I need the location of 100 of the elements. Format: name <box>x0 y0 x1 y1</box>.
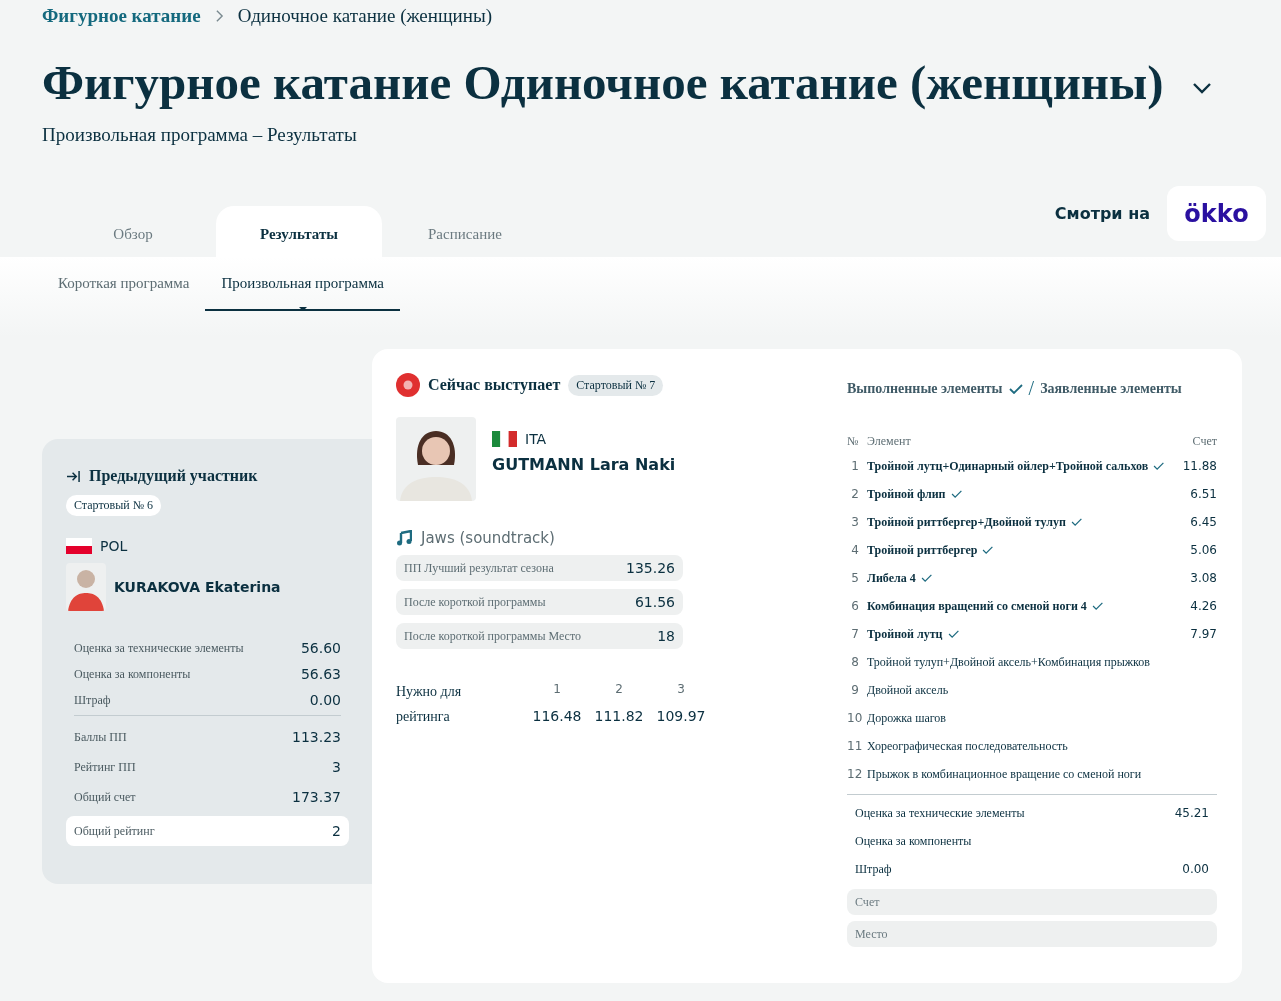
stat-label: Баллы ПП <box>74 729 127 745</box>
element-name: Тройной лутц+Одинарный ойлер+Тройной сальхов <box>867 458 1149 474</box>
element-number: 5 <box>850 571 860 585</box>
start-number-badge: Стартовый № 7 <box>568 374 664 396</box>
stat-label: Оценка за компоненты <box>74 666 191 682</box>
stat-label: Оценка за технические элементы <box>74 640 244 656</box>
needed-score: 111.82 <box>594 707 644 726</box>
checkmark-icon <box>1008 383 1023 394</box>
checkmark-icon <box>982 546 994 554</box>
subtab[interactable]: Короткая программа <box>42 257 206 311</box>
element-score: 6.45 <box>1189 515 1217 529</box>
subtab[interactable]: Произвольная программа <box>205 257 400 311</box>
summary-row: Счет <box>847 889 1217 915</box>
music-title: Jaws (soundtrack) <box>421 529 555 547</box>
element-number: 7 <box>850 627 860 641</box>
breadcrumb-link[interactable]: Фигурное катание <box>42 5 201 27</box>
element-name: Хореографическая последовательность <box>867 738 1068 754</box>
tab[interactable]: Расписание <box>382 206 548 257</box>
live-record-icon <box>396 373 420 397</box>
element-name: Комбинация вращений со сменой ноги 4 <box>867 598 1087 614</box>
element-name: Двойной аксель <box>867 682 949 698</box>
element-score: 5.06 <box>1189 543 1217 557</box>
element-number: 4 <box>850 543 860 557</box>
section-heading: Предыдущий участник <box>89 467 258 485</box>
element-name: Либела 4 <box>867 570 916 586</box>
stat-row: После короткой программы Место 18 <box>396 623 683 649</box>
column-header: Элемент <box>867 433 912 449</box>
chevron-down-icon[interactable] <box>1191 82 1212 94</box>
needed-score: 116.48 <box>532 707 582 726</box>
start-number-badge: Стартовый № 6 <box>66 495 162 516</box>
place-number: 2 <box>615 682 623 696</box>
photo-placeholder <box>66 563 106 611</box>
planned-elements-label: Заявленные элементы <box>1040 380 1182 397</box>
music-note-icon <box>396 530 412 546</box>
stat-value: 0.00 <box>309 692 341 708</box>
element-name: Тройной лутц <box>867 626 943 642</box>
performed-elements-label: Выполненные элементы <box>847 380 1003 397</box>
athlete-name: GUTMANN Lara Naki <box>492 455 676 474</box>
stat-label: Рейтинг ПП <box>74 759 136 775</box>
summary-value: 0.00 <box>1182 862 1209 876</box>
checkmark-icon <box>1091 602 1103 610</box>
element-number: 10 <box>847 711 864 725</box>
stat-label: Штраф <box>74 692 111 708</box>
element-number: 9 <box>850 683 860 697</box>
element-number: 8 <box>850 655 860 669</box>
checkmark-icon <box>947 630 959 638</box>
stat-value: 56.60 <box>300 640 341 656</box>
summary-label: Оценка за технические элементы <box>855 805 1025 821</box>
column-header: № <box>847 433 860 449</box>
summary-label: Штраф <box>855 861 892 877</box>
element-score: 7.97 <box>1189 627 1217 641</box>
element-score: 3.08 <box>1189 571 1217 585</box>
checkmark-icon <box>920 574 932 582</box>
element-number: 1 <box>850 459 860 473</box>
chevron-right-icon <box>214 9 224 23</box>
checkmark-icon <box>950 490 962 498</box>
element-name: Тройной риттбергер+Двойной тулуп <box>867 514 1066 530</box>
flag-icon <box>492 431 517 447</box>
summary-row: Место <box>847 921 1217 947</box>
element-name: Тройной риттбергер <box>867 542 978 558</box>
stat-row: ПП Лучший результат сезона 135.26 <box>396 555 683 581</box>
element-name: Прыжок в комбинационное вращение со сменой ноги <box>867 766 1142 782</box>
section-heading: Сейчас выступает <box>428 376 561 394</box>
element-number: 12 <box>847 767 864 781</box>
element-number: 11 <box>847 739 864 753</box>
needed-score: 109.97 <box>656 707 706 726</box>
arrow-to-line-icon <box>66 469 81 483</box>
athlete-name: KURAKOVA Ekaterina <box>114 579 281 595</box>
page-subtitle: Произвольная программа – Результаты <box>42 124 358 146</box>
element-number: 3 <box>850 515 860 529</box>
country-code: ITA <box>525 431 547 447</box>
checkmark-icon <box>1153 462 1165 470</box>
summary-label: Оценка за компоненты <box>855 833 972 849</box>
stat-value: 173.37 <box>292 789 341 805</box>
needed-label: Нужно для рейтинга <box>396 683 463 726</box>
stat-value: 2 <box>332 823 341 839</box>
summary-value: 45.21 <box>1174 806 1209 820</box>
stat-value: 3 <box>332 759 341 775</box>
tab[interactable]: Результаты <box>216 206 382 257</box>
separator: / <box>1028 377 1035 400</box>
place-number: 1 <box>553 682 561 696</box>
watch-label: Смотри на <box>1054 204 1150 223</box>
element-name: Дорожка шагов <box>867 710 946 726</box>
element-score: 4.26 <box>1189 599 1217 613</box>
page-title: Фигурное катание Одиночное катание (женщины) <box>42 54 1164 112</box>
place-number: 3 <box>677 682 685 696</box>
element-number: 6 <box>850 599 860 613</box>
country-code: POL <box>100 538 128 554</box>
stat-row: После короткой программы 61.56 <box>396 589 683 615</box>
element-number: 2 <box>850 487 860 501</box>
flag-icon <box>66 538 92 554</box>
stat-label: Общий счет <box>74 789 136 805</box>
okko-logo-button[interactable]: ökko <box>1167 186 1266 241</box>
stat-value: 113.23 <box>292 729 341 745</box>
tab[interactable]: Обзор <box>50 206 216 257</box>
column-header: Счет <box>1191 433 1217 449</box>
element-score: 11.88 <box>1181 459 1217 473</box>
element-name: Тройной тулуп+Двойной аксель+Комбинация прыжков <box>867 654 1150 670</box>
element-name: Тройной флип <box>867 486 946 502</box>
checkmark-icon <box>1070 518 1082 526</box>
